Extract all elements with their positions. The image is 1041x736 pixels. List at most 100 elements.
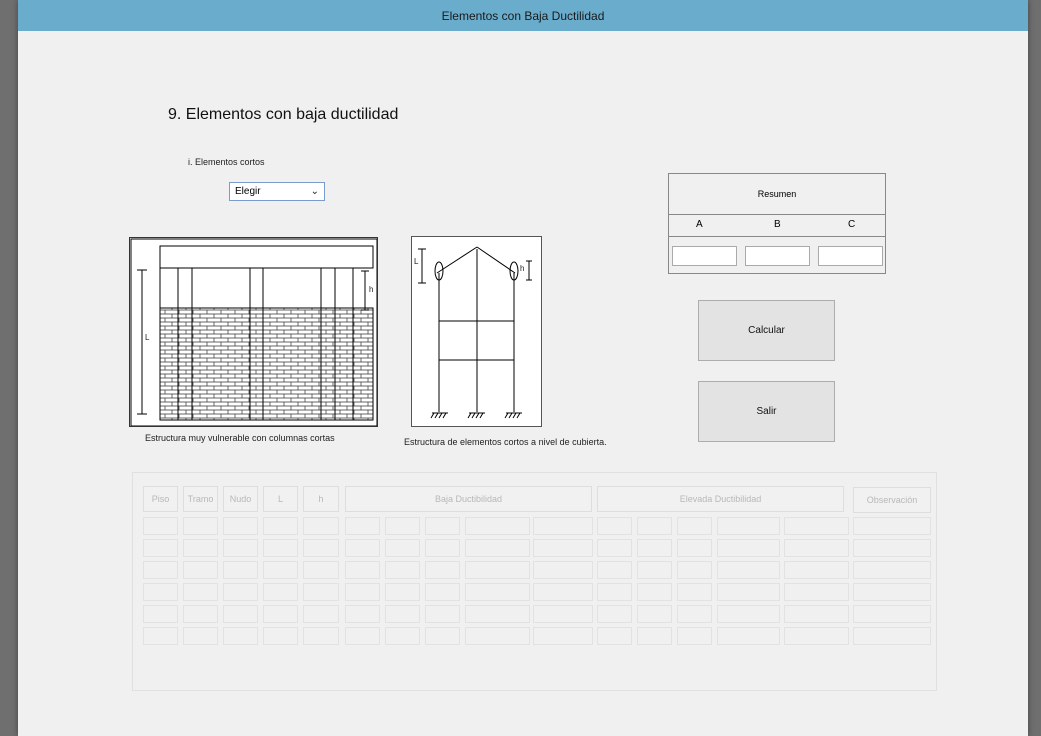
table-cell	[223, 561, 258, 579]
table-cell	[223, 605, 258, 623]
table-cell	[385, 605, 420, 623]
table-cell	[465, 605, 530, 623]
table-cell	[853, 583, 931, 601]
header-l: L	[263, 486, 298, 512]
table-cell	[223, 583, 258, 601]
table-cell	[717, 561, 780, 579]
table-cell	[143, 583, 178, 601]
table-cell	[143, 561, 178, 579]
header-baja-ductibilidad: Baja Ductibilidad	[345, 486, 592, 512]
table-cell	[853, 539, 931, 557]
table-cell	[677, 517, 712, 535]
resumen-col-a: A	[696, 219, 703, 230]
main-window: Elementos con Baja Ductilidad 9. Element…	[18, 0, 1028, 736]
table-cell	[303, 605, 339, 623]
header-tramo: Tramo	[183, 486, 218, 512]
table-cell	[533, 539, 593, 557]
table-cell	[637, 517, 672, 535]
results-table: Piso Tramo Nudo L h Baja Ductibilidad El…	[132, 472, 937, 691]
table-cell	[465, 627, 530, 645]
table-cell	[597, 605, 632, 623]
table-cell	[385, 561, 420, 579]
table-cell	[784, 605, 849, 623]
table-cell	[263, 517, 298, 535]
table-cell	[597, 561, 632, 579]
figure-caption-roof-elements: Estructura de elementos cortos a nivel d…	[404, 437, 607, 447]
table-cell	[677, 539, 712, 557]
table-cell	[143, 539, 178, 557]
table-cell	[183, 627, 218, 645]
table-cell	[183, 517, 218, 535]
table-cell	[385, 583, 420, 601]
table-cell	[143, 627, 178, 645]
table-cell	[143, 517, 178, 535]
table-cell	[345, 539, 380, 557]
table-cell	[345, 627, 380, 645]
table-cell	[223, 539, 258, 557]
figure-label-h: h	[520, 264, 525, 273]
table-cell	[183, 583, 218, 601]
table-cell	[637, 539, 672, 557]
table-cell	[597, 517, 632, 535]
table-cell	[385, 627, 420, 645]
table-cell	[385, 539, 420, 557]
table-cell	[425, 539, 460, 557]
resumen-title: Resumen	[669, 174, 885, 215]
table-cell	[597, 627, 632, 645]
figure-label-L: L	[414, 257, 419, 266]
table-cell	[425, 627, 460, 645]
table-cell	[533, 517, 593, 535]
table-cell	[637, 627, 672, 645]
table-cell	[385, 517, 420, 535]
table-cell	[597, 539, 632, 557]
table-cell	[784, 517, 849, 535]
calcular-button[interactable]: Calcular	[698, 300, 835, 361]
table-cell	[303, 539, 339, 557]
table-cell	[143, 605, 178, 623]
resumen-input-c[interactable]	[818, 246, 883, 266]
table-cell	[853, 605, 931, 623]
resumen-col-b: B	[774, 219, 781, 230]
table-cell	[784, 627, 849, 645]
table-cell	[533, 583, 593, 601]
table-cell	[853, 517, 931, 535]
table-cell	[345, 517, 380, 535]
table-cell	[303, 517, 339, 535]
elementos-cortos-dropdown[interactable]: Elegir ⌄	[229, 182, 325, 201]
elementos-cortos-label: i. Elementos cortos	[188, 157, 265, 167]
table-cell	[263, 583, 298, 601]
resumen-input-a[interactable]	[672, 246, 737, 266]
header-observacion: Observación	[853, 487, 931, 513]
table-cell	[263, 605, 298, 623]
dropdown-selected-value: Elegir	[235, 186, 261, 197]
section-title: 9. Elementos con baja ductilidad	[168, 106, 399, 123]
short-columns-drawing	[130, 238, 377, 426]
table-cell	[183, 539, 218, 557]
table-cell	[533, 561, 593, 579]
header-h: h	[303, 486, 339, 512]
resumen-col-c: C	[848, 219, 856, 230]
header-elevada-ductibilidad: Elevada Ductibilidad	[597, 486, 844, 512]
figure-caption-short-columns: Estructura muy vulnerable con columnas c…	[145, 433, 335, 443]
chevron-down-icon: ⌄	[310, 186, 319, 197]
header-nudo: Nudo	[223, 486, 258, 512]
header-piso: Piso	[143, 486, 178, 512]
table-cell	[303, 627, 339, 645]
table-cell	[345, 561, 380, 579]
table-cell	[637, 561, 672, 579]
figure-label-h: h	[369, 285, 374, 294]
table-cell	[223, 627, 258, 645]
table-cell	[425, 605, 460, 623]
table-cell	[263, 561, 298, 579]
table-cell	[425, 517, 460, 535]
resumen-input-b[interactable]	[745, 246, 810, 266]
table-cell	[637, 583, 672, 601]
table-cell	[784, 539, 849, 557]
salir-button[interactable]: Salir	[698, 381, 835, 442]
table-cell	[223, 517, 258, 535]
figure-roof-elements: L h	[411, 236, 542, 427]
table-cell	[784, 583, 849, 601]
table-cell	[425, 583, 460, 601]
title-bar: Elementos con Baja Ductilidad	[18, 0, 1028, 31]
table-cell	[784, 561, 849, 579]
